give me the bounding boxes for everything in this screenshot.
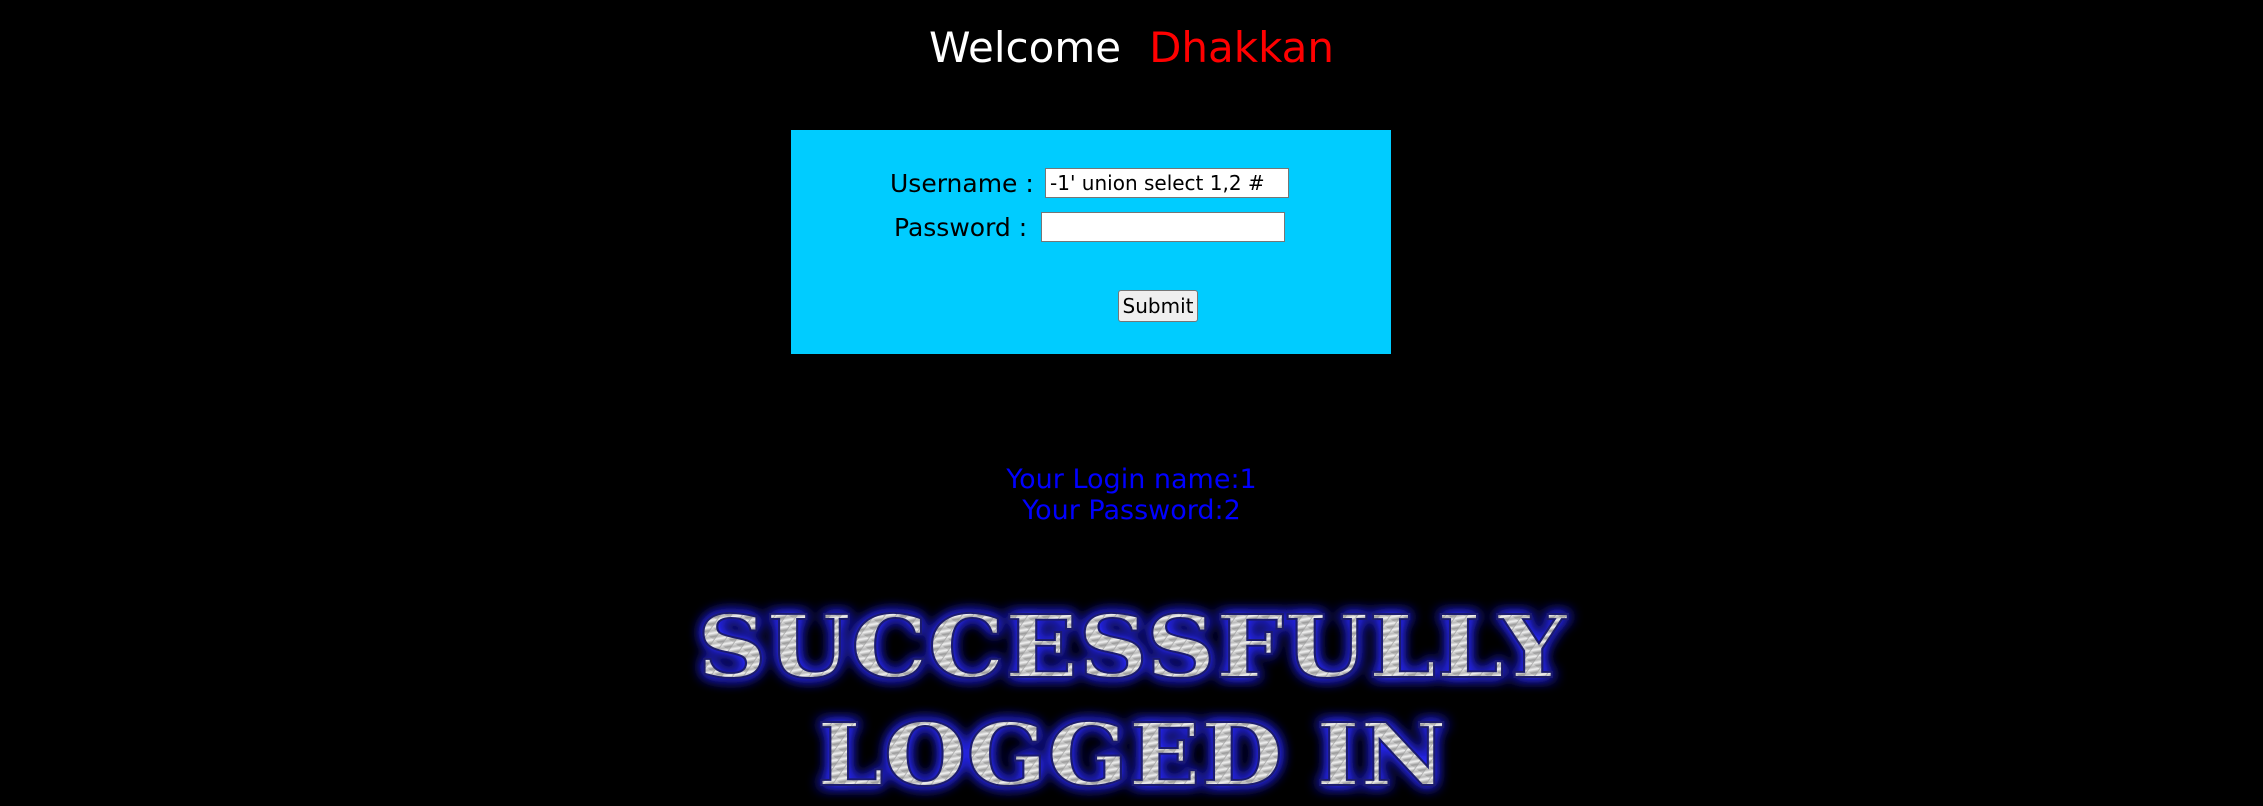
- welcome-header: Welcome Dhakkan: [0, 18, 2263, 78]
- login-form: Username : Password : Submit: [791, 130, 1391, 354]
- user-name: Dhakkan: [1149, 23, 1335, 72]
- submit-button[interactable]: Submit: [1118, 290, 1198, 322]
- login-name-result: Your Login name:1: [1006, 464, 1257, 495]
- banner-line-1: SUCCESSFULLY: [697, 597, 1569, 698]
- username-label: Username :: [890, 169, 1034, 198]
- welcome-label: Welcome: [928, 23, 1122, 72]
- password-result: Your Password:2: [1022, 495, 1241, 526]
- username-input[interactable]: [1045, 168, 1289, 198]
- password-label: Password :: [894, 213, 1028, 242]
- password-input[interactable]: [1041, 212, 1285, 242]
- banner-line-2: LOGGED IN: [817, 705, 1447, 806]
- success-banner: SUCCESSFULLY LOGGED IN: [696, 596, 1570, 806]
